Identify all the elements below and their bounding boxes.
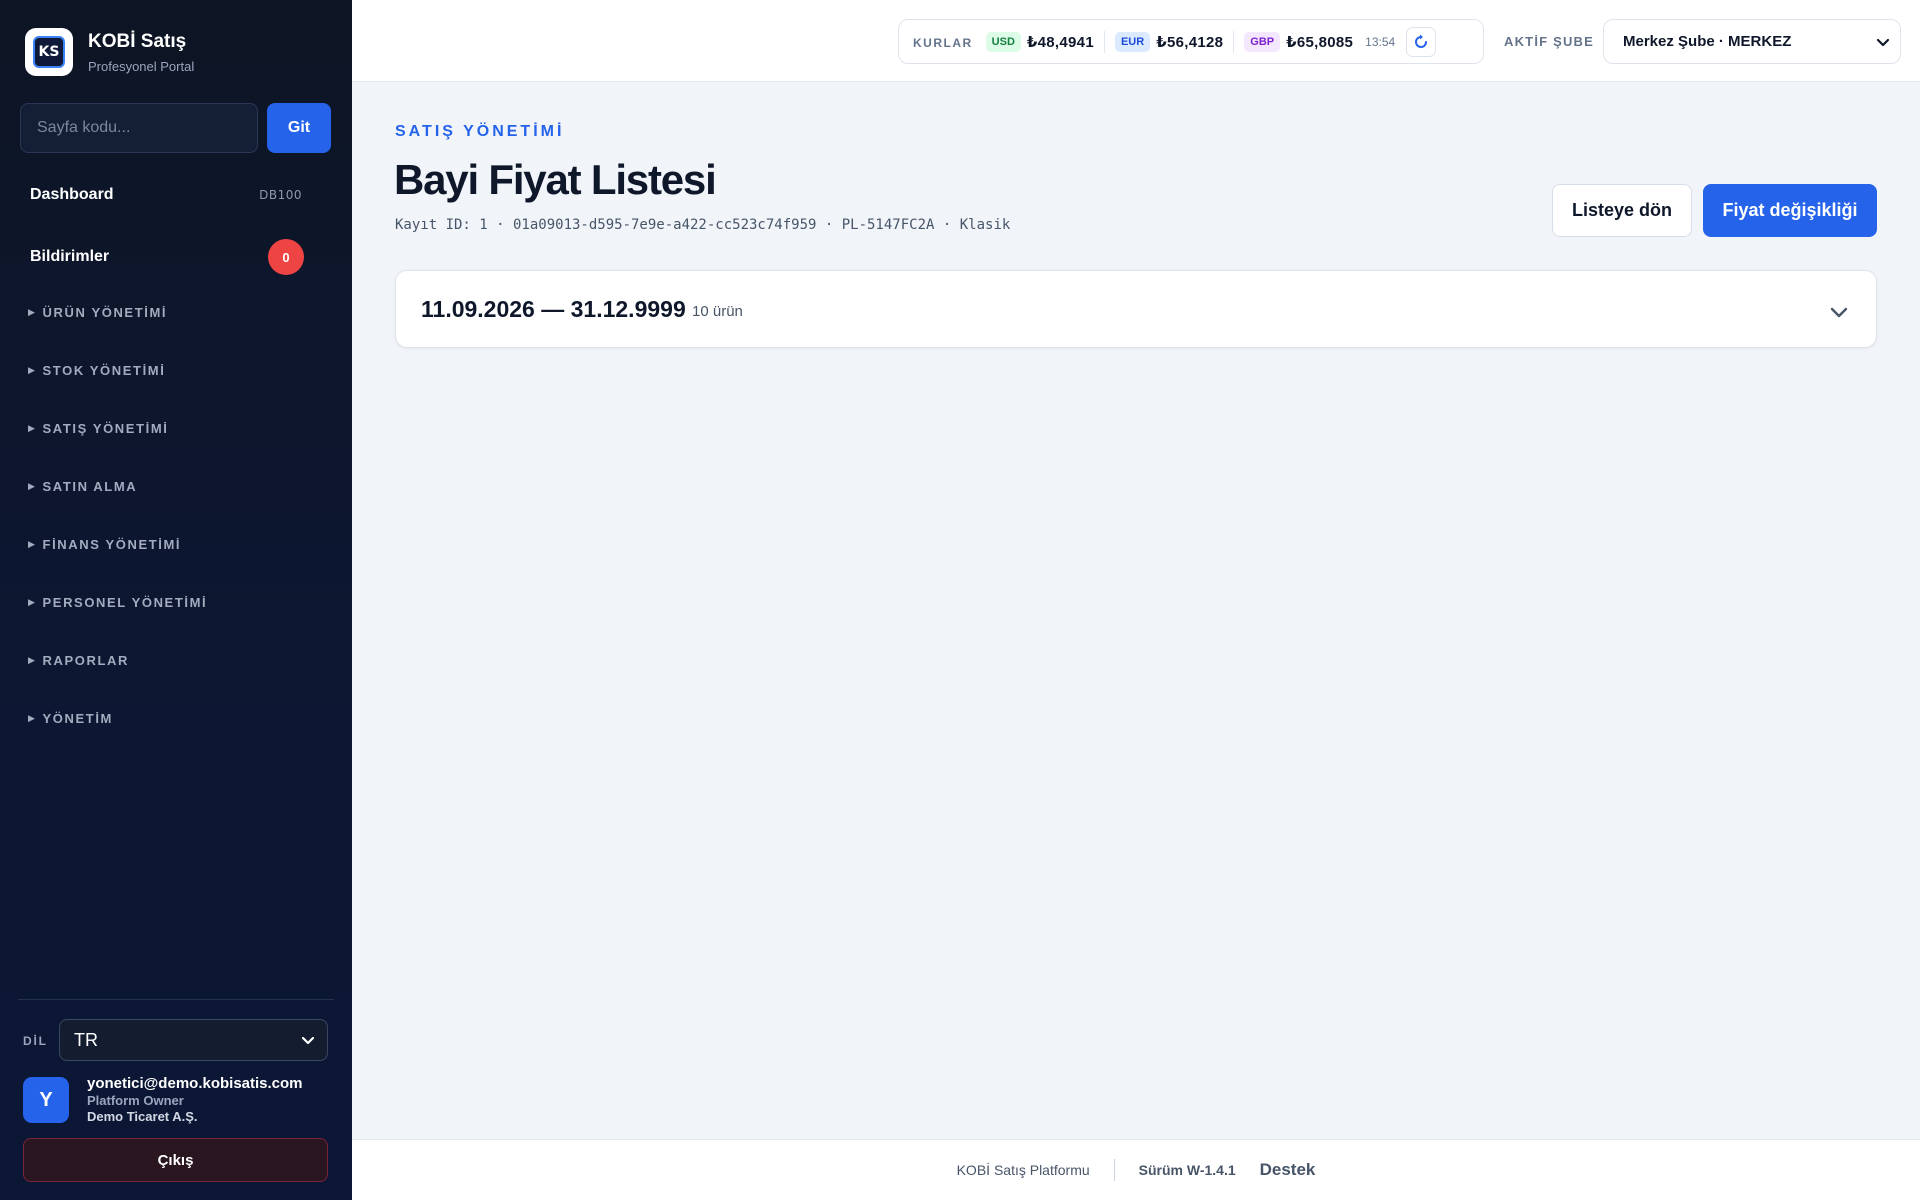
sidebar: KS KOBİ Satış Profesyonel Portal Git Das… <box>0 0 352 1200</box>
user-email: yonetici@demo.kobisatis.com <box>87 1075 303 1092</box>
section-eyebrow: SATIŞ YÖNETİMİ <box>395 123 565 140</box>
footer-divider <box>1113 1159 1115 1181</box>
caret-right-icon: ▶ <box>28 423 37 433</box>
back-to-list-button[interactable]: Listeye dön <box>1552 184 1692 237</box>
user-role: Platform Owner <box>87 1093 184 1108</box>
gbp-tag: GBP <box>1244 31 1281 52</box>
rates-label: KURLAR <box>913 35 973 50</box>
period-range: 11.09.2026 — 31.12.9999 <box>421 296 686 322</box>
caret-right-icon: ▶ <box>28 365 37 375</box>
brand-subtitle: Profesyonel Portal <box>88 58 195 74</box>
page-title: Bayi Fiyat Listesi <box>394 156 717 203</box>
record-meta: Kayıt ID: 1 · 01a09013-d595-7e9e-a422-cc… <box>395 217 1011 233</box>
sidebar-section-finans-yonetimi[interactable]: ▶ FİNANS YÖNETİMİ <box>28 537 181 552</box>
gbp-rate: ₺65,8085 <box>1286 33 1354 51</box>
footer: KOBİ Satış Platformu Sürüm W-1.4.1 Deste… <box>352 1139 1920 1200</box>
go-button[interactable]: Git <box>267 103 331 153</box>
sidebar-section-satis-yonetimi[interactable]: ▶ SATIŞ YÖNETİMİ <box>28 421 168 436</box>
caret-right-icon: ▶ <box>28 655 37 665</box>
rate-divider <box>1103 30 1105 53</box>
sidebar-section-label: SATIN ALMA <box>42 479 138 494</box>
language-label: DİL <box>23 1034 48 1048</box>
notification-count-badge: 0 <box>268 239 304 275</box>
usd-tag: USD <box>985 31 1021 52</box>
rates-time: 13:54 <box>1365 34 1396 49</box>
caret-right-icon: ▶ <box>28 481 37 491</box>
branch-select[interactable]: Merkez Şube · MERKEZ <box>1603 19 1901 64</box>
exchange-rates: KURLAR USD ₺48,4941 EUR ₺56,4128 GBP ₺65… <box>898 19 1484 64</box>
brand-title: KOBİ Satış <box>88 30 187 52</box>
period-product-count: 10 ürün <box>692 303 743 320</box>
brand-logo-mark: KS <box>33 36 65 68</box>
branch-label: AKTİF ŞUBE <box>1504 34 1594 49</box>
page-code-input[interactable] <box>20 103 258 153</box>
sidebar-item-dashboard[interactable]: Dashboard DB100 <box>30 186 302 204</box>
price-period-card[interactable]: 11.09.2026 — 31.12.9999 10 ürün <box>395 270 1877 348</box>
sidebar-section-personel-yonetimi[interactable]: ▶ PERSONEL YÖNETİMİ <box>28 595 207 610</box>
branch-value: Merkez Şube · MERKEZ <box>1623 33 1792 50</box>
logout-button[interactable]: Çıkış <box>23 1138 328 1182</box>
chevron-down-icon[interactable] <box>1828 301 1850 323</box>
eur-tag: EUR <box>1114 31 1151 52</box>
avatar: Y <box>23 1077 69 1123</box>
rate-divider <box>1233 30 1235 53</box>
sidebar-section-raporlar[interactable]: ▶ RAPORLAR <box>28 653 129 668</box>
eur-rate: ₺56,4128 <box>1156 33 1224 51</box>
sidebar-section-yonetim[interactable]: ▶ YÖNETİM <box>28 711 113 726</box>
sidebar-section-stok-yonetimi[interactable]: ▶ STOK YÖNETİMİ <box>28 363 165 378</box>
price-change-button[interactable]: Fiyat değişikliği <box>1703 184 1877 237</box>
caret-right-icon: ▶ <box>28 539 37 549</box>
brand-logo: KS <box>25 28 73 76</box>
sidebar-section-label: YÖNETİM <box>42 711 113 726</box>
sidebar-section-label: PERSONEL YÖNETİMİ <box>42 595 208 610</box>
page-code-badge: DB100 <box>259 188 302 202</box>
top-bar: KURLAR USD ₺48,4941 EUR ₺56,4128 GBP ₺65… <box>352 0 1920 82</box>
sidebar-item-notifications[interactable]: Bildirimler 0 <box>30 239 304 275</box>
refresh-rates-button[interactable] <box>1406 26 1437 57</box>
usd-rate: ₺48,4941 <box>1026 33 1094 51</box>
caret-right-icon: ▶ <box>28 307 37 317</box>
sidebar-section-label: RAPORLAR <box>42 653 129 668</box>
brand[interactable]: KS KOBİ Satış Profesyonel Portal <box>25 28 194 76</box>
language-value: TR <box>74 1029 98 1050</box>
sidebar-item-label: Dashboard <box>30 186 114 203</box>
chevron-down-icon <box>301 1036 315 1045</box>
sidebar-section-urun-yonetimi[interactable]: ▶ ÜRÜN YÖNETİMİ <box>28 305 167 320</box>
sidebar-section-label: SATIŞ YÖNETİMİ <box>42 421 169 436</box>
sidebar-section-label: ÜRÜN YÖNETİMİ <box>42 305 168 320</box>
caret-right-icon: ▶ <box>28 713 37 723</box>
language-select[interactable]: TR <box>59 1019 328 1061</box>
sidebar-item-label: Bildirimler <box>30 248 110 265</box>
sidebar-section-label: FİNANS YÖNETİMİ <box>42 537 182 552</box>
sidebar-divider <box>18 999 334 1000</box>
user-company: Demo Ticaret A.Ş. <box>87 1109 198 1124</box>
footer-version: Sürüm W-1.4.1 <box>1138 1162 1236 1178</box>
chevron-down-icon <box>1876 38 1890 46</box>
refresh-icon <box>1415 34 1428 48</box>
sidebar-section-label: STOK YÖNETİMİ <box>42 363 166 378</box>
caret-right-icon: ▶ <box>28 597 37 607</box>
footer-platform: KOBİ Satış Platformu <box>956 1162 1090 1178</box>
sidebar-section-satin-alma[interactable]: ▶ SATIN ALMA <box>28 479 137 494</box>
support-link[interactable]: Destek <box>1260 1160 1316 1180</box>
